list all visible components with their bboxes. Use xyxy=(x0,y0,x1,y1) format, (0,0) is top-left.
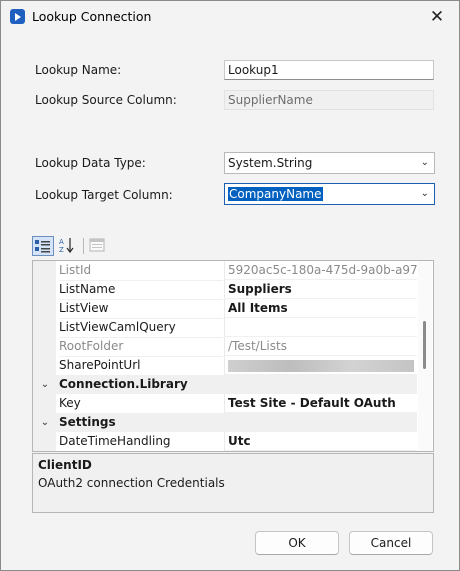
lookup-source-column-field: SupplierName xyxy=(224,90,434,110)
property-name: ListName xyxy=(59,280,223,300)
description-text: OAuth2 connection Credentials xyxy=(38,476,225,490)
lookup-name-label: Lookup Name: xyxy=(35,63,122,77)
title-bar: Lookup Connection ✕ xyxy=(1,1,459,33)
lookup-connection-dialog: Lookup Connection ✕ Lookup Name: Lookup1… xyxy=(0,0,460,571)
property-row-sharepointurl[interactable]: SharePointUrl xyxy=(33,356,417,376)
property-row-listid[interactable]: ListId 5920ac5c-180a-475d-9a0b-a97a6a26 xyxy=(33,261,417,281)
property-row-listviewcamlquery[interactable]: ListViewCamlQuery xyxy=(33,318,417,338)
lookup-name-input[interactable]: Lookup1 xyxy=(224,60,434,80)
alphabetical-sort-icon[interactable]: A Z xyxy=(57,236,79,256)
app-play-icon xyxy=(10,9,25,24)
property-name: ListViewCamlQuery xyxy=(59,318,223,338)
property-name: RootFolder xyxy=(59,337,223,357)
property-row-rootfolder[interactable]: RootFolder /Test/Lists xyxy=(33,337,417,357)
property-name: DateTimeHandling xyxy=(59,432,223,451)
property-row-listview[interactable]: ListView All Items xyxy=(33,299,417,319)
ok-button[interactable]: OK xyxy=(255,531,339,555)
property-value[interactable]: Suppliers xyxy=(224,280,417,299)
category-connection-library[interactable]: ⌄ Connection.Library xyxy=(33,375,417,394)
property-row-key[interactable]: Key Test Site - Default OAuth xyxy=(33,394,417,414)
property-value-obscured[interactable] xyxy=(224,356,417,375)
collapse-chevron-icon[interactable]: ⌄ xyxy=(38,413,52,432)
property-value[interactable]: All Items xyxy=(224,299,417,318)
lookup-target-column-dropdown[interactable]: CompanyName ⌄ xyxy=(224,183,435,205)
lookup-source-column-label: Lookup Source Column: xyxy=(35,93,177,107)
categorized-icon[interactable] xyxy=(32,236,54,256)
toolbar-separator xyxy=(83,238,84,254)
property-name: SharePointUrl xyxy=(59,356,223,376)
cancel-button[interactable]: Cancel xyxy=(349,531,433,555)
property-value[interactable]: 5920ac5c-180a-475d-9a0b-a97a6a26 xyxy=(224,261,417,280)
property-value[interactable]: /Test/Lists xyxy=(224,337,417,356)
lookup-target-column-value: CompanyName xyxy=(228,187,323,201)
lookup-data-type-dropdown[interactable]: System.String ⌄ xyxy=(224,152,435,174)
description-title: ClientID xyxy=(38,458,92,472)
property-value[interactable]: Utc xyxy=(224,432,417,451)
category-settings[interactable]: ⌄ Settings xyxy=(33,413,417,432)
property-name: Key xyxy=(59,394,223,414)
collapse-chevron-icon[interactable]: ⌄ xyxy=(38,375,52,394)
property-name: ListId xyxy=(59,261,223,281)
lookup-data-type-value: System.String xyxy=(228,156,313,170)
close-icon[interactable]: ✕ xyxy=(415,1,459,33)
lookup-data-type-label: Lookup Data Type: xyxy=(35,156,146,170)
svg-text:A: A xyxy=(59,238,64,246)
property-row-listname[interactable]: ListName Suppliers xyxy=(33,280,417,300)
category-name: Connection.Library xyxy=(59,377,188,391)
property-row-datetimehandling[interactable]: DateTimeHandling Utc xyxy=(33,432,417,451)
chevron-down-icon: ⌄ xyxy=(420,157,429,168)
lookup-target-column-label: Lookup Target Column: xyxy=(35,188,173,202)
property-grid[interactable]: ListId 5920ac5c-180a-475d-9a0b-a97a6a26 … xyxy=(32,260,434,452)
property-name: ListView xyxy=(59,299,223,319)
property-value[interactable]: Test Site - Default OAuth xyxy=(224,394,417,413)
redacted-value xyxy=(228,360,414,372)
category-name: Settings xyxy=(59,415,116,429)
property-pages-icon[interactable] xyxy=(87,236,109,256)
svg-text:Z: Z xyxy=(59,246,64,254)
scrollbar-thumb[interactable] xyxy=(423,321,426,369)
vertical-scrollbar[interactable] xyxy=(418,261,432,451)
chevron-down-icon: ⌄ xyxy=(420,188,429,199)
property-description-panel: ClientID OAuth2 connection Credentials xyxy=(32,453,434,513)
window-title: Lookup Connection xyxy=(32,9,152,24)
property-value[interactable] xyxy=(224,318,417,337)
